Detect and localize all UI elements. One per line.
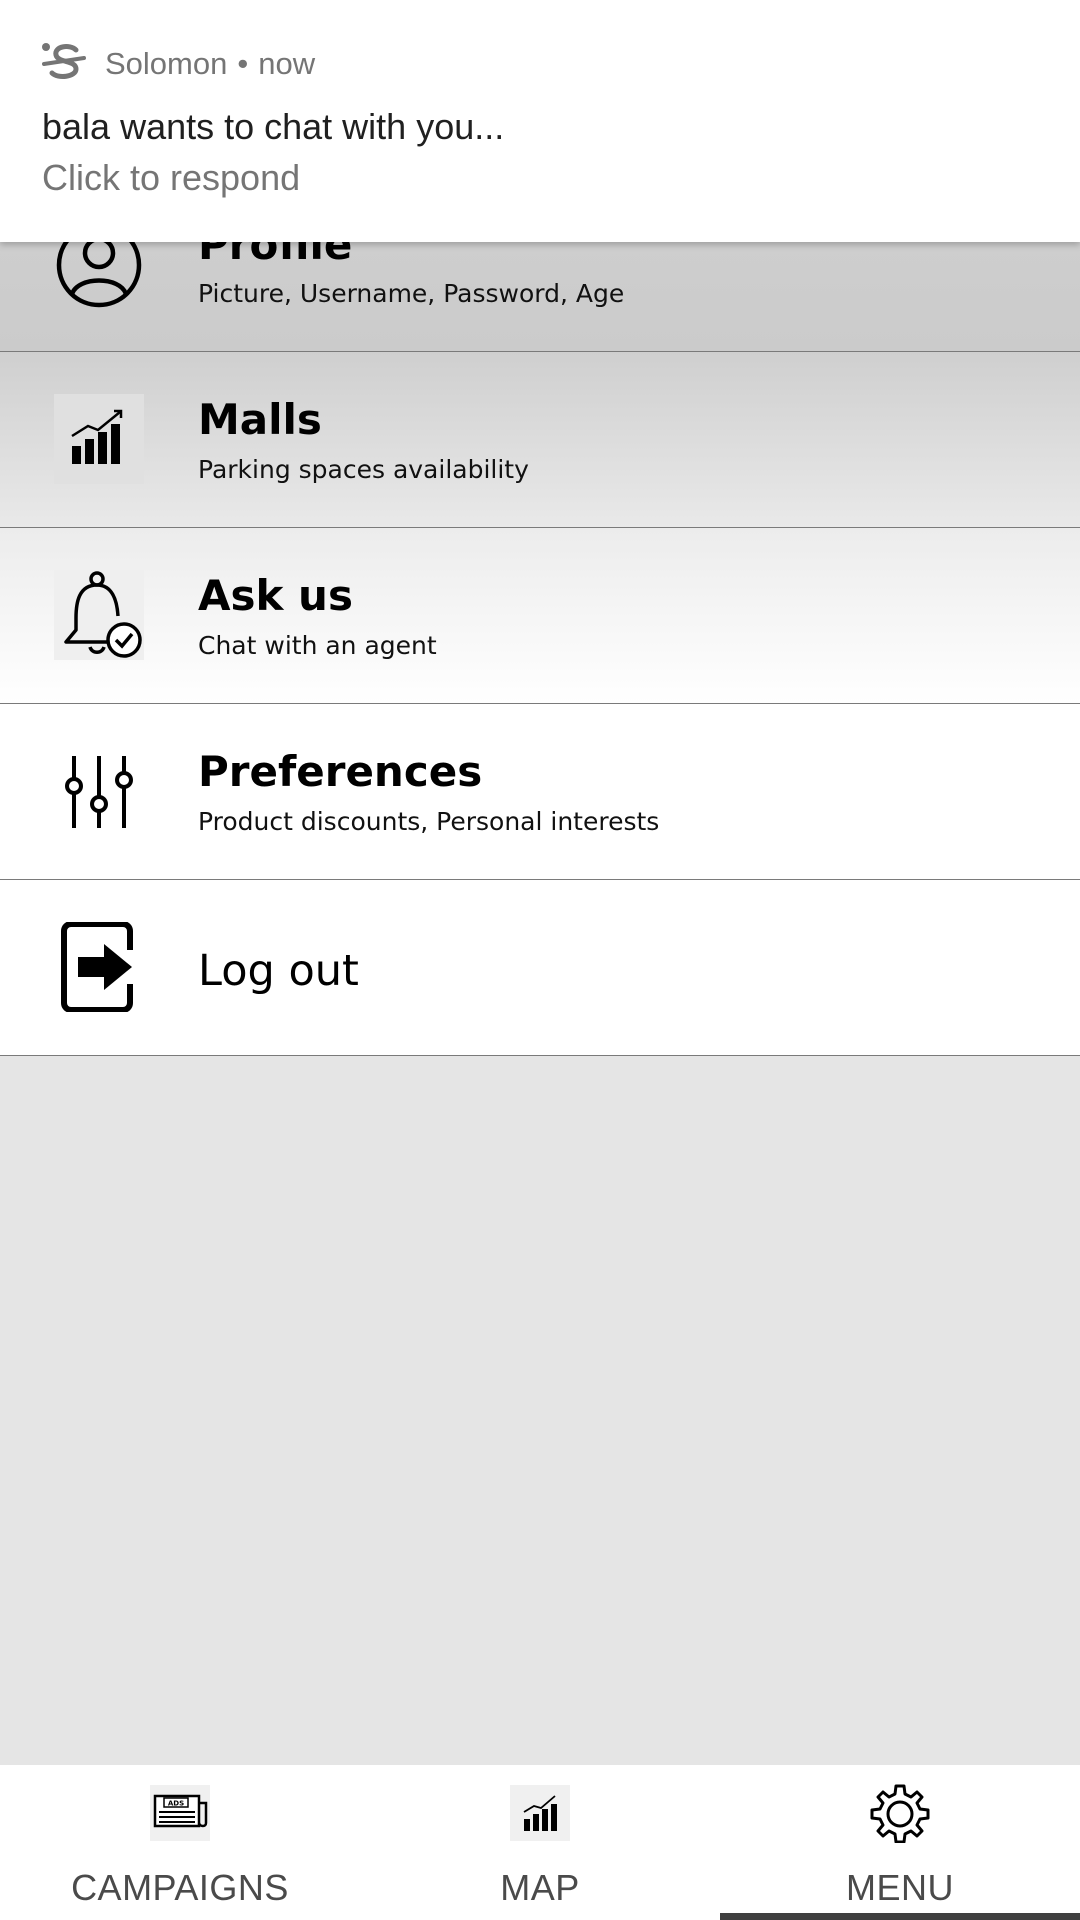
solomon-app-icon xyxy=(42,43,86,79)
bar-chart-icon xyxy=(510,1785,570,1841)
menu-item-ask-us[interactable]: Ask us Chat with an agent xyxy=(0,528,1080,704)
notification-body: Click to respond xyxy=(42,157,301,198)
menu-item-subtitle: Parking spaces availability xyxy=(198,455,529,484)
tab-map[interactable]: MAP xyxy=(360,1765,720,1920)
bottom-navigation: ADS CAMPAIGNS MAP MENU xyxy=(0,1765,1080,1920)
notification-title: bala wants to chat with you... xyxy=(42,106,505,147)
menu-item-logout[interactable]: Log out xyxy=(0,880,1080,1056)
menu-item-preferences[interactable]: Preferences Product discounts, Personal … xyxy=(0,704,1080,880)
menu-item-title: Ask us xyxy=(198,571,353,620)
tab-label: MENU xyxy=(846,1867,954,1908)
menu-item-title: Preferences xyxy=(198,747,483,796)
menu-item-subtitle: Picture, Username, Password, Age xyxy=(198,279,625,308)
active-tab-indicator xyxy=(720,1913,1080,1920)
bar-chart-icon xyxy=(54,394,144,484)
menu-item-title: Log out xyxy=(198,946,359,996)
bell-check-icon xyxy=(54,570,144,660)
tab-label: MAP xyxy=(500,1867,580,1908)
logout-icon xyxy=(61,922,136,1012)
notification-app-name: Solomon xyxy=(105,46,228,81)
menu-item-title: Malls xyxy=(198,395,322,444)
notification-time: now xyxy=(258,46,316,81)
menu-item-subtitle: Chat with an agent xyxy=(198,631,437,660)
gear-icon xyxy=(870,1784,930,1843)
notification-separator: • xyxy=(237,46,249,81)
tab-label: CAMPAIGNS xyxy=(71,1867,289,1908)
tab-campaigns[interactable]: ADS CAMPAIGNS xyxy=(0,1765,360,1920)
notification-header: Solomon • now xyxy=(105,46,315,82)
menu-item-malls[interactable]: Malls Parking spaces availability xyxy=(0,352,1080,528)
ads-newspaper-icon: ADS xyxy=(150,1785,210,1841)
svg-text:ADS: ADS xyxy=(168,1800,184,1808)
sliders-icon xyxy=(65,756,133,828)
chat-notification[interactable]: Solomon • now bala wants to chat with you.… xyxy=(0,0,1080,242)
menu-item-subtitle: Product discounts, Personal interests xyxy=(198,807,660,836)
tab-menu[interactable]: MENU xyxy=(720,1765,1080,1920)
